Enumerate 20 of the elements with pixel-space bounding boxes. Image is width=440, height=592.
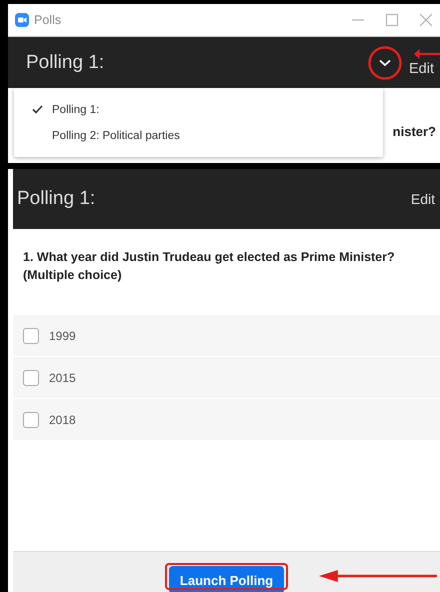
close-icon[interactable] [420, 14, 432, 26]
launch-polling-button[interactable]: Launch Polling [168, 566, 284, 592]
checkbox[interactable] [23, 328, 39, 344]
window-title: Polls [34, 13, 62, 27]
checkbox[interactable] [23, 412, 39, 428]
maximize-icon[interactable] [386, 14, 398, 26]
poll-title: Polling 1: [26, 52, 106, 74]
option-label: 2015 [49, 370, 76, 384]
menu-item[interactable]: Polling 2: Political parties [14, 130, 383, 142]
option-label: 2018 [49, 412, 76, 426]
edit-link[interactable]: Edit [409, 60, 434, 76]
edit-link[interactable]: Edit [410, 191, 435, 207]
menu-item[interactable]: Polling 1: [14, 104, 383, 116]
poll-title: Polling 1: [17, 188, 96, 210]
checkbox[interactable] [23, 370, 39, 386]
question-text: 1. What year did Justin Trudeau get elected as Prime Minister? (Multiple choice) [23, 249, 396, 284]
question-text: nister? [392, 124, 436, 139]
option-label: 1999 [49, 328, 76, 342]
app-logo-icon [15, 13, 29, 27]
chevron-down-icon[interactable] [379, 58, 391, 66]
